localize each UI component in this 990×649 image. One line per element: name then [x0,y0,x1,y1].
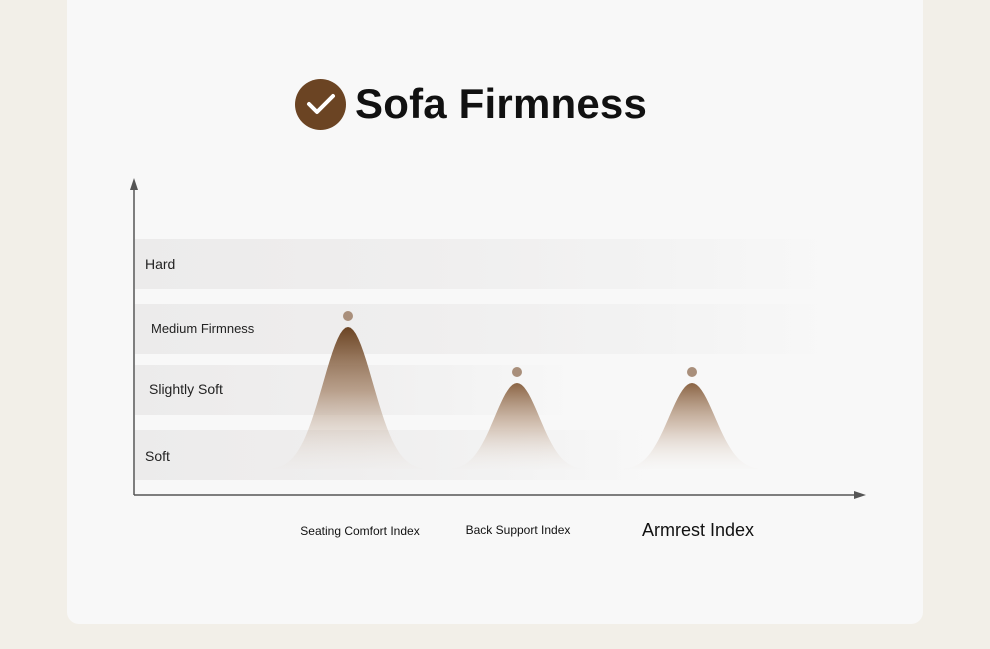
x-tick-label-back-support: Back Support Index [465,523,571,537]
x-tick-label-armrest: Armrest Index [641,520,755,540]
peak-back-support-index [447,383,587,470]
chart-plot [130,178,866,499]
x-axis-arrow [854,491,866,499]
peak-seating-comfort-index [270,327,426,469]
peak-marker-armrest-index [687,367,697,377]
peak-armrest-index [620,383,764,470]
peak-marker-seating-comfort-index [343,311,353,321]
y-axis-arrow [130,178,138,190]
x-tick-label-seating-comfort: Seating Comfort Index [300,524,420,538]
peak-marker-back-support-index [512,367,522,377]
